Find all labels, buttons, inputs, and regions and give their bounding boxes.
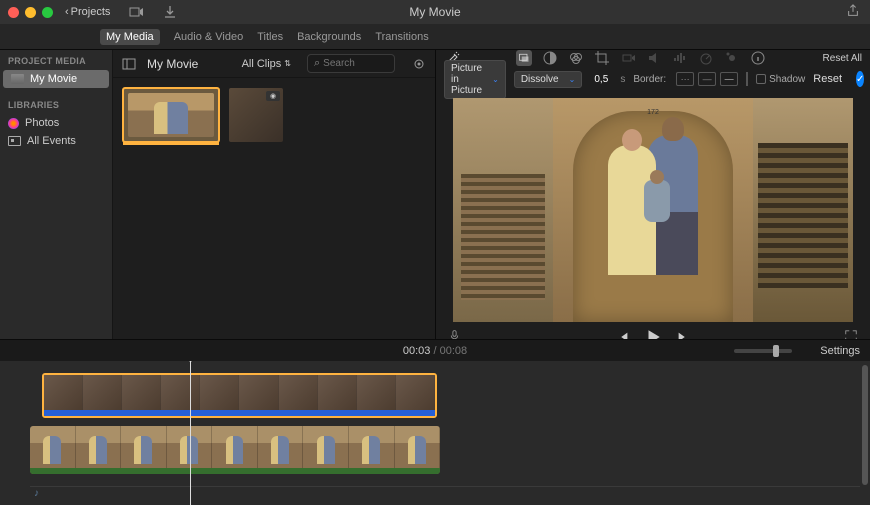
tab-titles[interactable]: Titles <box>257 31 283 43</box>
import-media-button[interactable] <box>128 4 144 20</box>
effects-button[interactable] <box>724 50 740 66</box>
sidebar-all-events-label: All Events <box>27 135 76 147</box>
border-thin-button[interactable]: — <box>698 72 716 86</box>
transition-label: Dissolve <box>521 74 559 85</box>
events-icon <box>8 136 21 146</box>
photos-icon <box>8 118 19 129</box>
zoom-slider[interactable] <box>734 349 792 353</box>
sidebar-item-all-events[interactable]: All Events <box>0 132 112 150</box>
media-browser: My Movie All Clips ⇅ ⌕ ◉ <box>113 50 435 339</box>
share-button[interactable] <box>846 4 860 21</box>
shadow-checkbox[interactable] <box>756 74 766 84</box>
titlebar: ‹ Projects My Movie <box>0 0 870 24</box>
timecode: 00:03 / 00:08 <box>403 345 467 357</box>
clip-thumbnail-1[interactable] <box>123 88 219 142</box>
audio-track[interactable]: ♪ <box>30 486 860 500</box>
tab-my-media[interactable]: My Media <box>100 29 160 45</box>
download-icon[interactable] <box>162 4 178 20</box>
clapper-icon <box>11 74 24 84</box>
overlay-tool-button[interactable] <box>516 50 532 66</box>
app-title: My Movie <box>409 5 460 19</box>
timecode-bar: 00:03 / 00:08 Settings <box>0 339 870 361</box>
back-label: Projects <box>71 6 111 18</box>
chevron-down-icon: ⌄ <box>492 75 499 84</box>
sidebar-item-photos[interactable]: Photos <box>0 114 112 132</box>
pip-clip[interactable] <box>42 373 437 418</box>
media-thumbnails: ◉ <box>113 78 435 152</box>
border-none-button[interactable]: ⋯ <box>676 72 694 86</box>
media-tabs: My Media Audio & Video Titles Background… <box>0 24 870 50</box>
chevron-down-icon: ⌄ <box>569 75 576 84</box>
search-input[interactable] <box>323 58 383 69</box>
color-correction-button[interactable] <box>568 50 584 66</box>
clips-filter-label: All Clips <box>242 58 282 70</box>
playhead[interactable] <box>190 361 191 505</box>
camera-icon: ◉ <box>266 91 280 101</box>
clips-filter-dropdown[interactable]: All Clips ⇅ <box>242 58 291 70</box>
search-field[interactable]: ⌕ <box>307 54 395 73</box>
tab-audio-video[interactable]: Audio & Video <box>174 31 244 43</box>
noise-reduction-button[interactable] <box>672 50 688 66</box>
browser-settings-button[interactable] <box>411 56 427 72</box>
current-time: 00:03 <box>403 345 431 357</box>
duration-input[interactable] <box>590 74 612 85</box>
total-time: 00:08 <box>440 345 468 357</box>
search-icon: ⌕ <box>314 57 320 70</box>
info-button[interactable] <box>750 50 766 66</box>
clip-thumbnail-2[interactable]: ◉ <box>229 88 283 142</box>
window-controls <box>8 7 53 18</box>
sidebar-item-my-movie[interactable]: My Movie <box>3 70 109 88</box>
overlay-mode-label: Picture in Picture <box>451 63 482 96</box>
back-to-projects-button[interactable]: ‹ Projects <box>65 6 110 18</box>
pip-settings-bar: Picture in Picture ⌄ Dissolve ⌄ s Border… <box>436 66 870 92</box>
reset-pip-button[interactable]: Reset <box>813 73 842 85</box>
music-note-icon: ♪ <box>34 488 39 499</box>
color-balance-button[interactable] <box>542 50 558 66</box>
minimize-window-button[interactable] <box>25 7 36 18</box>
apply-button[interactable]: ✓ <box>856 71 864 87</box>
border-width-options: ⋯ — — <box>676 72 738 86</box>
preview-canvas[interactable] <box>436 92 870 328</box>
libraries-header: LIBRARIES <box>0 94 112 114</box>
browser-title: My Movie <box>147 57 198 71</box>
close-window-button[interactable] <box>8 7 19 18</box>
primary-clip[interactable] <box>30 426 440 474</box>
sidebar: PROJECT MEDIA My Movie LIBRARIES Photos … <box>0 50 113 339</box>
shadow-label: Shadow <box>769 74 805 85</box>
border-color-swatch[interactable] <box>746 72 748 86</box>
toggle-sidebar-button[interactable] <box>121 56 137 72</box>
overlay-track[interactable] <box>30 373 870 418</box>
vertical-scrollbar[interactable] <box>862 365 868 485</box>
sidebar-photos-label: Photos <box>25 117 59 129</box>
speed-button[interactable] <box>698 50 714 66</box>
timeline-settings-button[interactable]: Settings <box>820 345 860 357</box>
seconds-label: s <box>620 74 625 85</box>
volume-button[interactable] <box>646 50 662 66</box>
zoom-window-button[interactable] <box>42 7 53 18</box>
tab-backgrounds[interactable]: Backgrounds <box>297 31 361 43</box>
preview-image <box>453 98 853 322</box>
viewer-panel: Reset All Picture in Picture ⌄ Dissolve … <box>435 50 870 339</box>
updown-icon: ⇅ <box>284 59 291 68</box>
tab-transitions[interactable]: Transitions <box>375 31 428 43</box>
sidebar-my-movie-label: My Movie <box>30 73 77 85</box>
transition-dropdown[interactable]: Dissolve ⌄ <box>514 71 583 88</box>
browser-toolbar: My Movie All Clips ⇅ ⌕ <box>113 50 435 78</box>
timeline[interactable]: ♪ <box>0 361 870 505</box>
border-label: Border: <box>633 74 666 85</box>
chevron-left-icon: ‹ <box>65 6 69 18</box>
reset-all-button[interactable]: Reset All <box>823 53 862 64</box>
crop-button[interactable] <box>594 50 610 66</box>
project-media-header: PROJECT MEDIA <box>0 50 112 70</box>
stabilize-button[interactable] <box>620 50 636 66</box>
primary-track[interactable] <box>30 426 870 474</box>
border-thick-button[interactable]: — <box>720 72 738 86</box>
